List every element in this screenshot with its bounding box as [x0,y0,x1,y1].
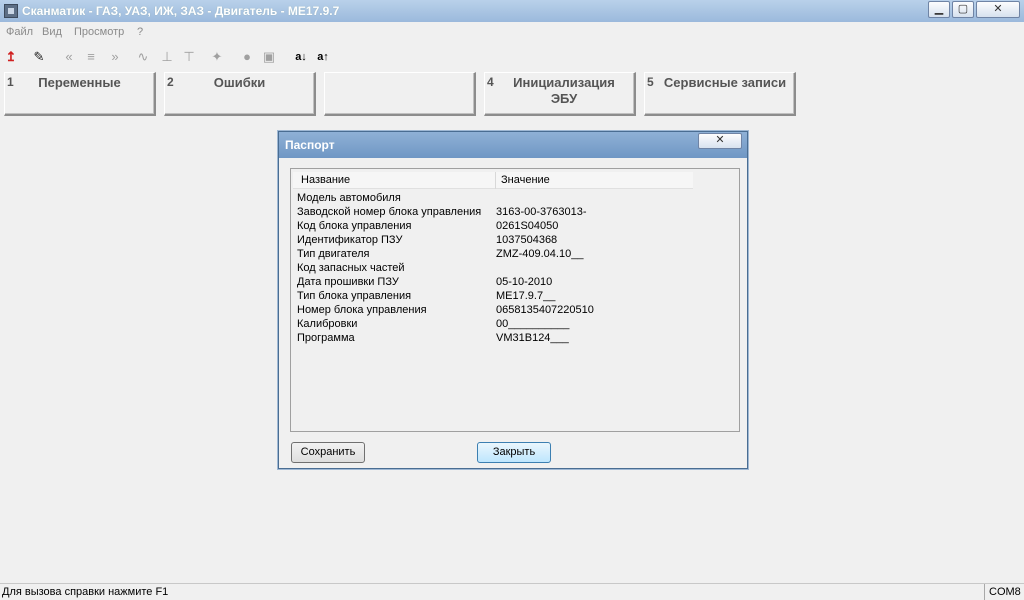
row-value: ME17.9.7__ [496,290,556,302]
list-item[interactable]: Номер блока управления 0658135407220510 [297,304,717,318]
row-value: 05-10-2010 [496,276,553,288]
notepad-icon[interactable]: ✎ [30,48,48,66]
list-item[interactable]: Заводской номер блока управления 3163-00-… [297,206,717,220]
row-value: 1037504368 [496,234,558,246]
dialog-close-icon[interactable]: ✕ [698,133,742,149]
tab-label: Переменные [38,75,121,90]
tab-label: Инициализация ЭБУ [513,75,615,106]
tab-service-records[interactable]: 5 Сервисные записи [644,72,796,116]
list-item[interactable]: Тип двигателя ZMZ-409.04.10__ [297,248,717,262]
tab-errors[interactable]: 2 Ошибки [164,72,316,116]
menu-view[interactable]: Вид [42,26,62,38]
row-value: ZMZ-409.04.10__ [496,248,584,260]
tab-number: 4 [487,75,494,89]
dialog-title: Паспорт [285,138,335,152]
column-header-name[interactable]: Название [301,174,350,186]
list-item[interactable]: Код блока управления 0261S04050 [297,220,717,234]
list-item[interactable]: Идентификатор ПЗУ 1037504368 [297,234,717,248]
row-value: VM31B124___ [496,332,569,344]
tab-label: Сервисные записи [663,75,787,90]
row-name: Программа [297,332,355,344]
close-window-button[interactable]: ✕ [976,1,1020,18]
column-header-value[interactable]: Значение [501,174,550,186]
dialog-title-bar[interactable]: Паспорт ✕ [279,132,747,158]
row-value: 0261S04050 [496,220,559,232]
tab-number: 5 [647,75,654,89]
forward-icon[interactable]: » [106,48,124,66]
row-value: 00__________ [496,318,570,330]
row-name: Тип двигателя [297,248,370,260]
tab-empty[interactable] [324,72,476,116]
row-name: Номер блока управления [297,304,427,316]
tab-label: Ошибки [213,75,266,90]
status-bar: Для вызова справки нажмите F1 COM8 [0,583,1024,600]
upload-icon[interactable]: ↥ [2,48,20,66]
row-name: Код запасных частей [297,262,405,274]
row-value: 0658135407220510 [496,304,594,316]
list-item[interactable]: Программа VM31B124___ [297,332,717,346]
list-item[interactable]: Дата прошивки ПЗУ 05-10-2010 [297,276,717,290]
sort-down-icon[interactable]: a↓ [292,48,310,66]
toolbar: ↥ ✎ « ≡ » ∿ ⊥ ⊤ ✦ ● ▣ a↓ a↑ [0,46,1024,68]
window-title: Сканматик - ГАЗ, УАЗ, ИЖ, ЗАЗ - Двигател… [22,4,340,18]
status-help-text: Для вызова справки нажмите F1 [2,586,169,598]
rewind-icon[interactable]: « [60,48,78,66]
menu-file[interactable]: Файл [6,26,33,38]
save-button[interactable]: Сохранить [291,442,365,463]
list-item[interactable]: Модель автомобиля [297,192,717,206]
menu-browse[interactable]: Просмотр [74,26,124,38]
minimize-button[interactable]: ▁ [928,1,950,18]
maximize-button[interactable]: ▢ [952,1,974,18]
row-name: Тип блока управления [297,290,412,302]
row-value: 3163-00-3763013- [496,206,587,218]
row-name: Модель автомобиля [297,192,401,204]
list-item[interactable]: Тип блока управления ME17.9.7__ [297,290,717,304]
row-name: Идентификатор ПЗУ [297,234,403,246]
status-port: COM8 [984,584,1024,600]
list-header: Название Значение [293,172,693,189]
row-name: Код блока управления [297,220,412,232]
title-bar: Сканматик - ГАЗ, УАЗ, ИЖ, ЗАЗ - Двигател… [0,0,1024,22]
passport-dialog: Паспорт ✕ Название Значение Модель автом… [278,131,748,469]
list-icon[interactable]: ≡ [82,48,100,66]
dialog-body: Название Значение Модель автомобиля Заво… [283,158,743,466]
close-button[interactable]: Закрыть [477,442,551,463]
row-name: Заводской номер блока управления [297,206,482,218]
app-icon[interactable] [4,4,18,18]
record-icon[interactable]: ● [238,48,256,66]
step-down-icon[interactable]: ⊤ [180,48,198,66]
row-name: Дата прошивки ПЗУ [297,276,399,288]
pin-icon[interactable]: ✦ [208,48,226,66]
tab-variables[interactable]: 1 Переменные [4,72,156,116]
tab-ecu-init[interactable]: 4 Инициализация ЭБУ [484,72,636,116]
save-disk-icon[interactable]: ▣ [260,48,278,66]
step-up-icon[interactable]: ⊥ [158,48,176,66]
list-item[interactable]: Код запасных частей [297,262,717,276]
menu-help[interactable]: ? [137,26,143,38]
passport-list[interactable]: Название Значение Модель автомобиля Заво… [290,168,740,432]
sort-up-icon[interactable]: a↑ [314,48,332,66]
wave-icon[interactable]: ∿ [134,48,152,66]
menu-bar: Файл Вид Просмотр ? [0,24,1024,42]
list-item[interactable]: Калибровки 00__________ [297,318,717,332]
column-divider[interactable] [495,172,496,189]
row-name: Калибровки [297,318,358,330]
